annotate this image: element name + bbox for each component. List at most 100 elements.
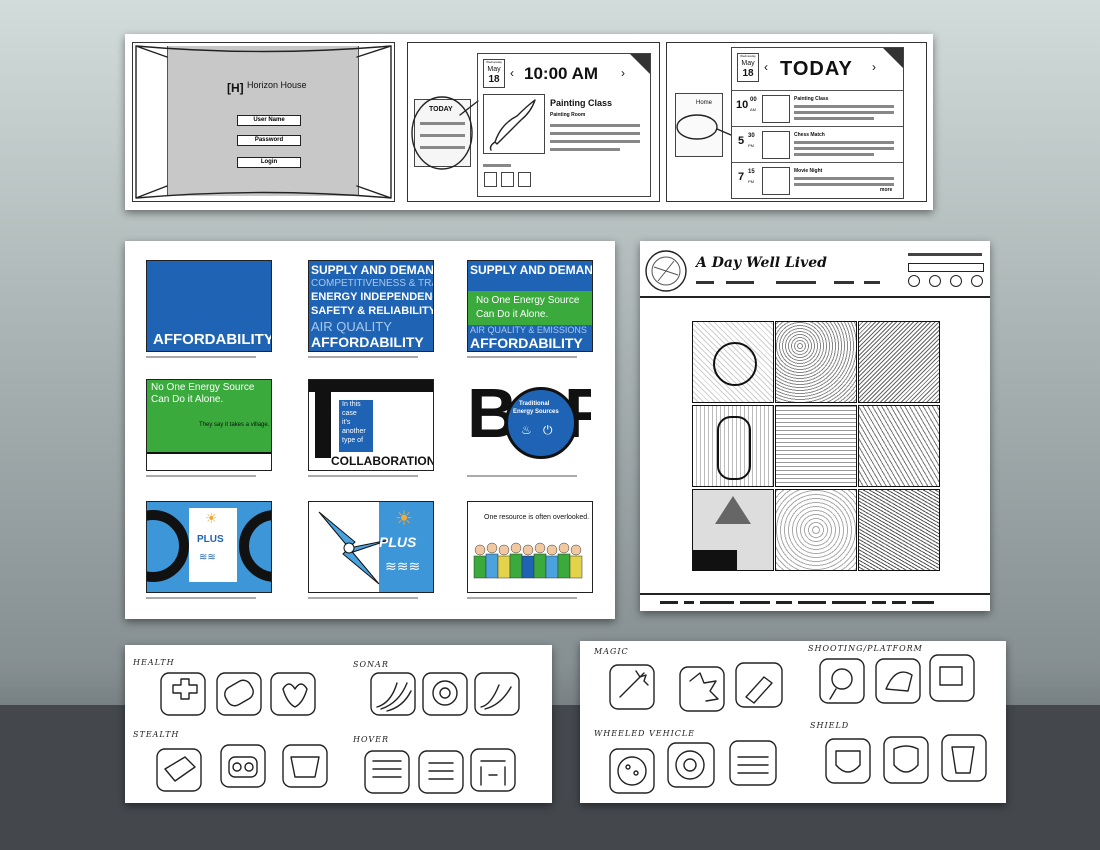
username-field[interactable]: User Name xyxy=(237,115,301,126)
event-1-paintbrush-icon xyxy=(762,95,790,123)
gallery-tile-8[interactable] xyxy=(775,489,857,571)
website-sketch: A Day Well Lived xyxy=(640,241,990,611)
event-3-name: Movie Night xyxy=(794,168,823,174)
event-1-name: Painting Class xyxy=(794,96,829,102)
collab-block-1 xyxy=(309,380,433,392)
login-wireframe: [H] Horizon House User Name Password Log… xyxy=(132,42,395,202)
event-2-ampm: PM xyxy=(748,143,754,148)
social-icon-1[interactable] xyxy=(908,275,920,287)
plus-1-right-ring xyxy=(239,510,271,582)
social-icon-4[interactable] xyxy=(971,275,983,287)
nav-item-3[interactable] xyxy=(776,281,816,284)
gallery-tile-3[interactable] xyxy=(858,321,940,403)
event-2-hour: 5 xyxy=(738,135,745,147)
collab-line-3: it's xyxy=(342,419,351,426)
frame-overlooked: One resource is often overlooked. xyxy=(467,501,593,593)
gallery-tile-9[interactable] xyxy=(858,489,940,571)
nav-item-2[interactable] xyxy=(726,281,754,284)
footer-link-4[interactable] xyxy=(740,601,770,604)
waves-icon: ≋≋ xyxy=(199,552,216,563)
event-2-chess-icon xyxy=(762,131,790,159)
footer-link-5[interactable] xyxy=(776,601,792,604)
gallery-tile-7[interactable] xyxy=(692,489,774,571)
event-room: Painting Room xyxy=(550,112,586,118)
nav-item-4[interactable] xyxy=(834,281,854,284)
supply-line-5: AIR QUALITY xyxy=(311,319,392,334)
frame-village: No One Energy Source Can Do it Alone. Th… xyxy=(146,379,272,471)
footer-link-3[interactable] xyxy=(700,601,734,604)
sun-icon: ☀ xyxy=(205,510,218,526)
footer-link-8[interactable] xyxy=(872,601,886,604)
search-field[interactable] xyxy=(908,263,984,272)
today-date-number: 18 xyxy=(742,68,754,79)
plus-1-left-ring xyxy=(147,510,189,582)
password-field[interactable]: Password xyxy=(237,135,301,146)
schedule-time: 10:00 AM xyxy=(524,64,599,83)
today-wireframe: Home Wednesday May 18 ‹ TODAY › 10 00 AM… xyxy=(666,42,927,202)
next-arrow[interactable]: › xyxy=(621,66,625,80)
gallery-tile-6[interactable] xyxy=(858,405,940,487)
gallery-tile-4[interactable] xyxy=(692,405,774,487)
supply-line-6: AFFORDABILITY xyxy=(311,334,424,350)
action-icon-1[interactable] xyxy=(484,172,497,187)
flame-icon: ♨ xyxy=(521,423,532,437)
today-corner-fold xyxy=(883,48,903,68)
supply-line-3: ENERGY INDEPENDENCE xyxy=(311,291,433,303)
collab-line-4: another xyxy=(342,428,366,435)
traditional-line-1: Traditional xyxy=(519,401,550,407)
noone-line-5: AFFORDABILITY xyxy=(470,335,583,351)
event-row-3[interactable]: 7 15 PM Movie Night more xyxy=(732,162,903,197)
collab-line-1: In this xyxy=(342,401,361,408)
prev-arrow[interactable]: ‹ xyxy=(510,66,514,80)
action-icon-2[interactable] xyxy=(501,172,514,187)
event-3-minutes: 15 xyxy=(748,169,755,175)
event-1-minutes: 00 xyxy=(750,97,757,103)
footer-link-6[interactable] xyxy=(798,601,826,604)
login-button[interactable]: Login xyxy=(237,157,301,168)
village-line-3: They say it takes a village. xyxy=(199,422,270,428)
footer-link-10[interactable] xyxy=(912,601,934,604)
date-badge: Wednesday May 18 xyxy=(483,59,505,88)
schedule-wireframe: TODAY Wednesday May 18 ‹ 10:00 AM › Pain… xyxy=(407,42,660,202)
footer-link-2[interactable] xyxy=(684,601,694,604)
frame-collab: In this case it's another type of COLLAB… xyxy=(308,379,434,471)
action-icon-3[interactable] xyxy=(518,172,531,187)
date-day: Wednesday xyxy=(486,60,502,64)
today-prev-arrow[interactable]: ‹ xyxy=(764,60,768,74)
tagline xyxy=(908,253,982,256)
footer-link-1[interactable] xyxy=(660,601,678,604)
gallery-tile-5[interactable] xyxy=(775,405,857,487)
collab-block-2 xyxy=(315,392,331,458)
today-screen: Wednesday May 18 ‹ TODAY › 10 00 AM Pain… xyxy=(731,47,904,199)
noone-line-1: SUPPLY AND DEMAND xyxy=(470,263,593,277)
frame-plus-1: ☀ PLUS ≋≋ xyxy=(146,501,272,593)
event-title: Painting Class xyxy=(550,98,613,108)
frame-supply: SUPPLY AND DEMAND COMPETITIVENESS & TRAD… xyxy=(308,260,434,352)
today-next-arrow[interactable]: › xyxy=(872,60,876,74)
noone-line-4: AIR QUALITY & EMISSIONS xyxy=(470,325,587,335)
social-icon-2[interactable] xyxy=(929,275,941,287)
social-icon-3[interactable] xyxy=(950,275,962,287)
traditional-line-2: Energy Sources xyxy=(513,409,559,415)
gallery-tile-2[interactable] xyxy=(775,321,857,403)
nav-item-1[interactable] xyxy=(696,281,714,284)
village-strip xyxy=(147,452,271,470)
more-link[interactable]: more xyxy=(880,187,892,193)
logo-mark: [H] xyxy=(227,81,244,95)
sketched-icons-left xyxy=(156,672,520,794)
plus-2-waves-icon: ≋≋≋ xyxy=(385,558,421,574)
traditional-circle xyxy=(505,387,577,459)
today-date-month: May xyxy=(741,60,755,67)
event-row-1[interactable]: 10 00 AM Painting Class xyxy=(732,90,903,125)
gallery-tile-1[interactable] xyxy=(692,321,774,403)
footer-link-7[interactable] xyxy=(832,601,866,604)
brand-name: Horizon House xyxy=(247,80,307,90)
date-number: 18 xyxy=(488,74,500,85)
frame-plus-2: ☀ PLUS ≋≋≋ xyxy=(308,501,434,593)
nav-item-5[interactable] xyxy=(864,281,880,284)
date-month: May xyxy=(487,66,501,73)
collab-line-5: type of xyxy=(342,437,364,444)
event-row-2[interactable]: 5 30 PM Chess Match xyxy=(732,126,903,161)
footer-link-9[interactable] xyxy=(892,601,906,604)
noone-line-3: Can Do it Alone. xyxy=(476,309,549,320)
